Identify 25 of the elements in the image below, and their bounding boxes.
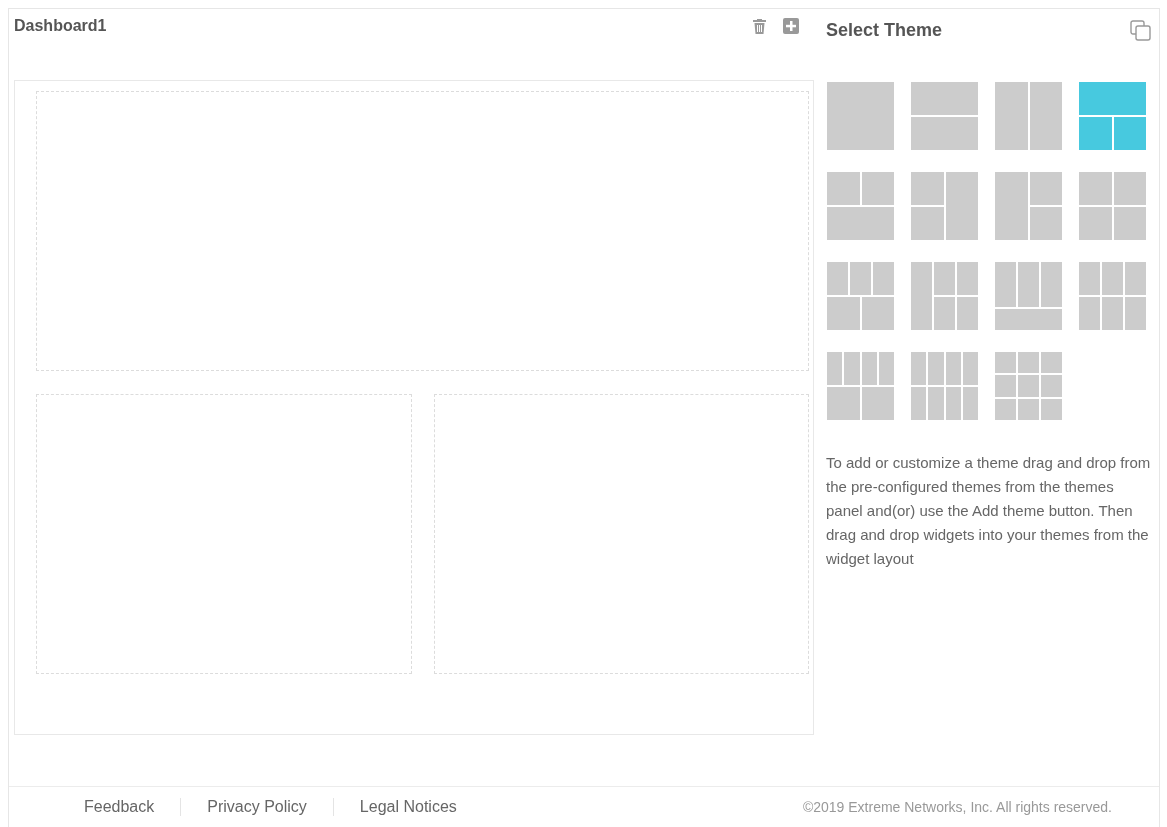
add-icon[interactable] <box>782 17 800 35</box>
dashboard-title: Dashboard1 <box>14 17 108 35</box>
footer-link[interactable]: Feedback <box>69 798 181 816</box>
theme-tile[interactable] <box>827 262 894 330</box>
theme-tile[interactable] <box>911 82 978 150</box>
theme-instructions: To add or customize a theme drag and drop from the pre-configured themes from the themes panel and(or) use the Add theme button. Then drag and drop widgets into your themes from the widget layout <box>826 453 1151 569</box>
theme-tile[interactable] <box>911 262 978 330</box>
theme-tile[interactable] <box>827 82 894 150</box>
theme-tile[interactable] <box>911 352 978 420</box>
theme-tile[interactable] <box>995 172 1062 240</box>
theme-tile[interactable] <box>827 352 894 420</box>
footer-link[interactable]: Privacy Policy <box>180 798 333 816</box>
copyright-text: ©2019 Extreme Networks, Inc. All rights reserved. <box>802 799 1112 815</box>
theme-tile[interactable] <box>995 352 1062 420</box>
theme-tile[interactable] <box>911 172 978 240</box>
theme-tile[interactable] <box>1079 82 1146 150</box>
theme-tile[interactable] <box>1079 172 1146 240</box>
delete-icon[interactable] <box>750 17 768 35</box>
copy-icon[interactable] <box>1129 19 1151 41</box>
theme-tile[interactable] <box>827 172 894 240</box>
theme-tile[interactable] <box>995 262 1062 330</box>
theme-tile[interactable] <box>1079 262 1146 330</box>
theme-tile[interactable] <box>995 82 1062 150</box>
panel-title: Select Theme <box>826 19 944 41</box>
footer-link[interactable]: Legal Notices <box>332 798 483 816</box>
